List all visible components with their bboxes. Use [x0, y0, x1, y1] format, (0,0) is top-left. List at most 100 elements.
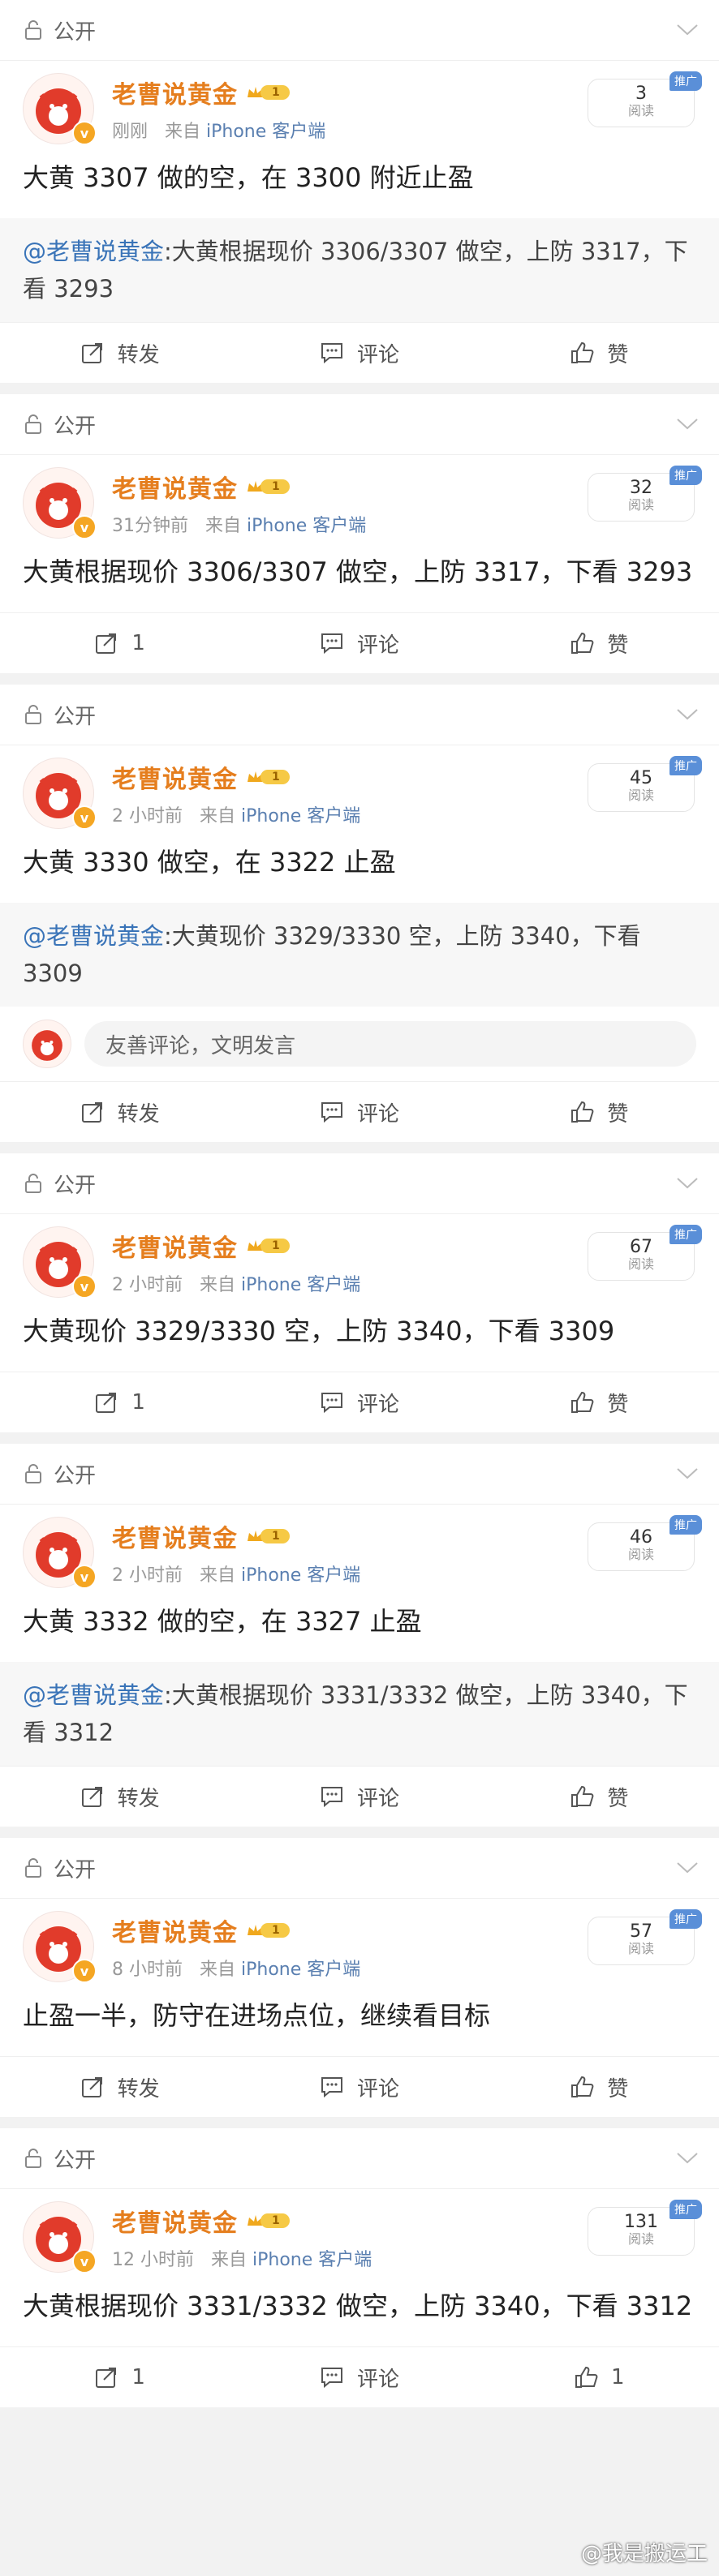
lock-icon — [25, 1464, 41, 1483]
author-name[interactable]: 老曹说黄金 — [112, 2203, 238, 2239]
post-time: 2 小时前 — [112, 806, 183, 826]
post-source[interactable]: iPhone 客户端 — [241, 1960, 360, 1980]
thumbs-up-icon — [571, 1785, 594, 1807]
forward-icon — [81, 1102, 102, 1123]
post-source[interactable]: iPhone 客户端 — [206, 122, 325, 142]
promote-badge[interactable]: 推广 — [669, 2200, 702, 2219]
chevron-down-icon[interactable] — [675, 1466, 700, 1481]
chevron-down-icon[interactable] — [675, 1861, 700, 1875]
thumbs-up-icon — [575, 2366, 598, 2388]
like-button[interactable]: 赞 — [480, 323, 719, 383]
like-button[interactable]: 赞 — [480, 1082, 719, 1142]
quoted-post[interactable]: @老曹说黄金:大黄根据现价 3306/3307 做空，上防 3317，下看 32… — [0, 218, 719, 322]
crown-level-icon: 1 — [246, 2211, 290, 2230]
lock-icon — [25, 2149, 41, 2168]
author-name[interactable]: 老曹说黄金 — [112, 75, 238, 110]
action-bar: 转发 评论 赞 — [0, 1766, 719, 1827]
forward-button[interactable]: 转发 — [0, 2057, 239, 2117]
crown-level-icon: 1 — [246, 83, 290, 102]
thumbs-up-icon — [571, 1391, 594, 1413]
author-name[interactable]: 老曹说黄金 — [112, 1518, 238, 1554]
avatar[interactable]: v — [23, 1911, 97, 1983]
visibility-label: 公开 — [54, 704, 97, 729]
like-button[interactable]: 赞 — [480, 1767, 719, 1827]
forward-button[interactable]: 1 — [0, 613, 239, 673]
comment-button[interactable]: 评论 — [239, 2347, 479, 2407]
like-button[interactable]: 赞 — [480, 613, 719, 673]
crown-level-icon: 1 — [246, 1236, 290, 1256]
action-bar: 转发 评论 赞 — [0, 2056, 719, 2117]
comment-button[interactable]: 评论 — [239, 1372, 479, 1432]
post-source[interactable]: iPhone 客户端 — [241, 1565, 360, 1586]
comment-button[interactable]: 评论 — [239, 323, 479, 383]
action-bar: 1 评论 赞 — [0, 1372, 719, 1432]
read-count: 45 阅读 推广 — [588, 756, 702, 812]
forward-button[interactable]: 转发 — [0, 1767, 239, 1827]
avatar[interactable]: v — [23, 73, 97, 145]
comment-icon — [321, 1102, 342, 1123]
comment-icon — [321, 1393, 342, 1414]
author-name[interactable]: 老曹说黄金 — [112, 1228, 238, 1264]
post-source[interactable]: iPhone 客户端 — [247, 516, 366, 536]
quoted-post[interactable]: @老曹说黄金:大黄现价 3329/3330 空，上防 3340，下看 3309 — [0, 903, 719, 1007]
post-card: 公开 v 老曹说黄金 1 8 小时前 来自 iPhone 客户端 57 阅读 推… — [0, 1838, 719, 2117]
like-button[interactable]: 赞 — [480, 2057, 719, 2117]
post-source[interactable]: iPhone 客户端 — [241, 1275, 360, 1295]
chevron-down-icon[interactable] — [675, 1176, 700, 1191]
author-name[interactable]: 老曹说黄金 — [112, 1913, 238, 1948]
forward-icon — [81, 2077, 102, 2097]
comment-button[interactable]: 评论 — [239, 1767, 479, 1827]
post-card: 公开 v 老曹说黄金 1 2 小时前 来自 — [0, 1444, 719, 1827]
chevron-down-icon[interactable] — [675, 417, 700, 431]
like-button[interactable]: 1 — [480, 2347, 719, 2407]
crown-level-icon: 1 — [246, 767, 290, 787]
thumbs-up-icon — [571, 1101, 594, 1123]
promote-badge[interactable]: 推广 — [669, 1515, 702, 1535]
verified-badge-icon: v — [72, 2249, 97, 2273]
comment-input[interactable]: 友善评论，文明发言 — [84, 1021, 696, 1067]
promote-badge[interactable]: 推广 — [669, 71, 702, 91]
post-card: 公开 v 老曹说黄金 1 12 小时前 来自 iPhone 客户端 131 阅读… — [0, 2128, 719, 2407]
lock-icon — [25, 414, 41, 434]
avatar[interactable]: v — [23, 2201, 97, 2273]
read-count: 32 阅读 推广 — [588, 466, 702, 522]
like-button[interactable]: 赞 — [480, 1372, 719, 1432]
forward-icon — [81, 343, 102, 363]
promote-badge[interactable]: 推广 — [669, 756, 702, 775]
quoted-post[interactable]: @老曹说黄金:大黄根据现价 3331/3332 做空，上防 3340，下看 33… — [0, 1662, 719, 1766]
avatar[interactable]: v — [23, 1517, 97, 1589]
forward-button[interactable]: 1 — [0, 1372, 239, 1432]
visibility-row: 公开 — [0, 1153, 719, 1214]
avatar[interactable]: v — [23, 1226, 97, 1299]
thumbs-up-icon — [571, 341, 594, 363]
forward-button[interactable]: 1 — [0, 2347, 239, 2407]
chevron-down-icon[interactable] — [675, 23, 700, 37]
visibility-row: 公开 — [0, 1838, 719, 1899]
comment-button[interactable]: 评论 — [239, 1082, 479, 1142]
chevron-down-icon[interactable] — [675, 707, 700, 722]
promote-badge[interactable]: 推广 — [669, 466, 702, 485]
avatar[interactable]: v — [23, 758, 97, 830]
visibility-row: 公开 — [0, 2128, 719, 2189]
author-name[interactable]: 老曹说黄金 — [112, 759, 238, 795]
chevron-down-icon[interactable] — [675, 2151, 700, 2166]
comment-button[interactable]: 评论 — [239, 613, 479, 673]
post-source[interactable]: iPhone 客户端 — [252, 2250, 372, 2270]
promote-badge[interactable]: 推广 — [669, 1909, 702, 1929]
forward-button[interactable]: 转发 — [0, 1082, 239, 1142]
comment-compose-row: 友善评论，文明发言 — [0, 1007, 719, 1081]
forward-button[interactable]: 转发 — [0, 323, 239, 383]
crown-level-icon: 1 — [246, 1921, 290, 1940]
lock-icon — [25, 1174, 41, 1193]
comment-button[interactable]: 评论 — [239, 2057, 479, 2117]
verified-badge-icon: v — [72, 805, 97, 830]
promote-badge[interactable]: 推广 — [669, 1225, 702, 1244]
post-card: 公开 v 老曹说黄金 1 31分钟前 来自 iPhone 客户端 32 阅读 推… — [0, 394, 719, 673]
post-time: 8 小时前 — [112, 1960, 183, 1980]
post-time: 12 小时前 — [112, 2250, 194, 2270]
post-source[interactable]: iPhone 客户端 — [241, 806, 360, 826]
verified-badge-icon: v — [72, 121, 97, 145]
author-name[interactable]: 老曹说黄金 — [112, 469, 238, 504]
feed: 公开 v 老曹说黄金 1 刚刚 来自 iPhone 客户端 3 阅读 推广 大黄… — [0, 0, 719, 2407]
avatar[interactable]: v — [23, 467, 97, 539]
